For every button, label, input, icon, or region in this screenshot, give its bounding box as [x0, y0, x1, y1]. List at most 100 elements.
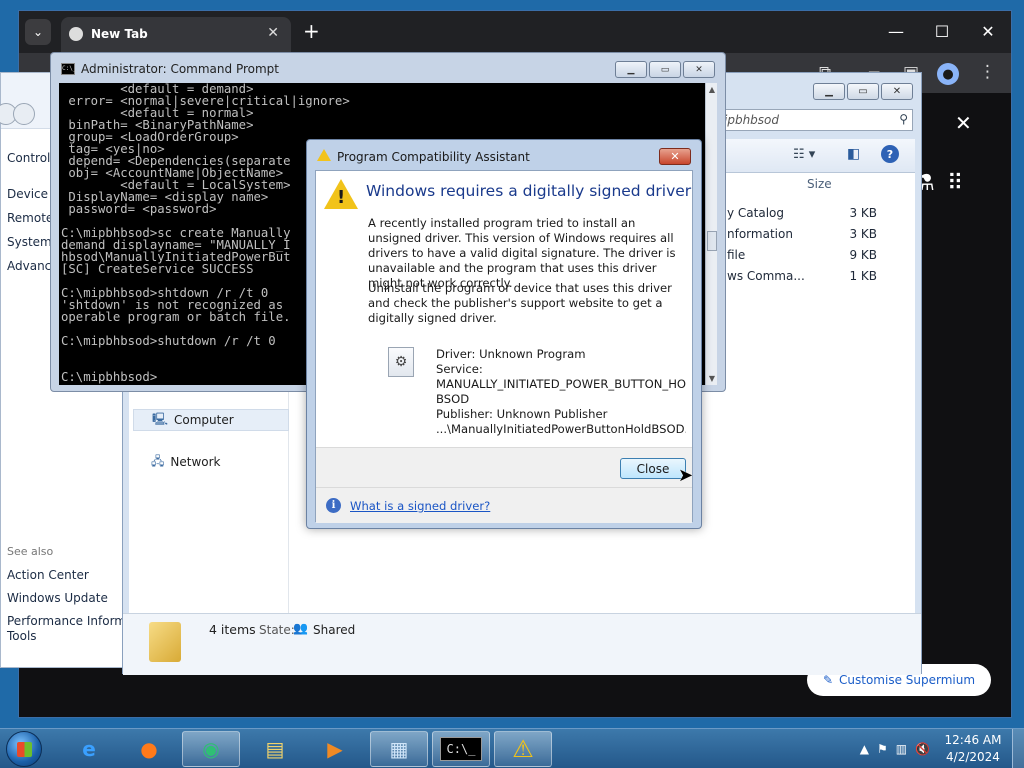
nav-computer-label: Computer: [174, 413, 234, 427]
publisher-name: Publisher: Unknown Publisher: [436, 407, 608, 421]
nav-network-label: Network: [170, 455, 221, 469]
file-row[interactable]: ws Comma... 1 KB: [727, 269, 877, 283]
browser-window-controls: — ☐ ✕: [873, 11, 1011, 51]
maximize-button[interactable]: ▭: [649, 61, 681, 78]
taskbar-supermium[interactable]: ◉: [182, 731, 240, 767]
computer-icon: 🖳: [152, 411, 169, 426]
taskbar-control-panel[interactable]: ▦: [370, 731, 428, 767]
close-button[interactable]: Close: [620, 458, 686, 479]
signed-driver-help-link[interactable]: What is a signed driver?: [350, 499, 490, 513]
customise-label: Customise Supermium: [839, 673, 976, 687]
cmd-titlebar[interactable]: C:\_ Administrator: Command Prompt ▁ ▭ ✕: [51, 53, 725, 83]
tab-favicon-icon: [69, 27, 83, 41]
browser-tab[interactable]: New Tab ✕: [61, 17, 291, 53]
new-tab-button[interactable]: +: [303, 21, 320, 41]
file-row[interactable]: file 9 KB: [727, 248, 877, 262]
start-button[interactable]: [6, 731, 42, 767]
close-button[interactable]: ✕: [683, 61, 715, 78]
cp-link-tools[interactable]: Tools: [7, 629, 37, 643]
taskbar-command-prompt[interactable]: C:\_: [432, 731, 490, 767]
taskbar-explorer[interactable]: ▤: [246, 731, 304, 767]
scroll-up-icon[interactable]: ▲: [706, 85, 718, 94]
dialog-body: ! Windows requires a digitally signed dr…: [315, 170, 694, 523]
state-label: State:: [259, 623, 295, 637]
tab-title: New Tab: [91, 27, 148, 41]
browser-tab-strip: ⌄ New Tab ✕ + — ☐ ✕: [19, 11, 1011, 53]
cp-link-performance[interactable]: Performance Informat: [7, 614, 138, 628]
service-name-line1: MANUALLY_INITIATED_POWER_BUTTON_HO: [436, 377, 686, 391]
file-name: nformation: [727, 227, 793, 241]
dialog-close-button[interactable]: ✕: [659, 148, 691, 165]
file-name: ws Comma...: [727, 269, 805, 283]
minimize-button[interactable]: —: [873, 11, 919, 51]
scroll-down-icon[interactable]: ▼: [706, 374, 718, 383]
service-label: Service:: [436, 362, 483, 376]
file-name: file: [727, 248, 746, 262]
minimize-button[interactable]: ▁: [615, 61, 647, 78]
cp-link-windows-update[interactable]: Windows Update: [7, 591, 108, 605]
warning-mark-icon: !: [337, 187, 346, 208]
view-options-icon[interactable]: ☷ ▾: [793, 147, 815, 162]
mouse-cursor-icon: ➤: [678, 465, 694, 486]
tab-close-icon[interactable]: ✕: [267, 25, 279, 41]
dialog-heading: Windows requires a digitally signed driv…: [366, 182, 692, 200]
dialog-instruction: Uninstall the program or device that use…: [368, 281, 672, 325]
maximize-button[interactable]: ▭: [847, 83, 879, 100]
media-player-icon: ▶: [327, 737, 343, 761]
profile-icon[interactable]: ●: [937, 63, 959, 85]
program-compatibility-dialog: Program Compatibility Assistant ✕ ! Wind…: [306, 139, 702, 529]
firefox-icon: ●: [140, 737, 158, 761]
item-count: 4 items: [209, 622, 256, 637]
help-icon[interactable]: ?: [881, 145, 899, 163]
dialog-footer: i What is a signed driver?: [316, 487, 692, 523]
search-text: ipbhbsod: [724, 113, 780, 127]
warning-icon: ⚠: [512, 735, 534, 763]
nav-computer[interactable]: 🖳 Computer: [133, 409, 289, 431]
command-prompt-icon: C:\_: [61, 63, 76, 75]
system-tray: ▲ ⚑ ▥ 🔇 12:46 AM 4/2/2024: [860, 729, 1024, 768]
file-row[interactable]: y Catalog 3 KB: [727, 206, 877, 220]
cp-link-action-center[interactable]: Action Center: [7, 568, 89, 582]
dialog-titlebar[interactable]: Program Compatibility Assistant ✕: [307, 140, 701, 170]
size-column-header[interactable]: Size: [807, 177, 832, 191]
explorer-folder-icon: ▤: [265, 737, 285, 761]
warning-small-icon: [317, 149, 331, 161]
menu-dots-icon[interactable]: ⋮: [979, 62, 996, 82]
close-button[interactable]: ✕: [965, 11, 1011, 51]
shared-users-icon: 👥: [293, 621, 308, 635]
close-button[interactable]: ✕: [881, 83, 913, 100]
close-icon[interactable]: ✕: [955, 111, 972, 135]
network-tray-icon[interactable]: ▥: [896, 742, 907, 756]
show-desktop-button[interactable]: [1012, 729, 1024, 768]
nav-network[interactable]: 🖧 Network: [133, 451, 289, 473]
taskbar-internet-explorer[interactable]: e: [60, 731, 118, 767]
control-panel-icon: ▦: [389, 737, 409, 761]
see-also-heading: See also: [7, 545, 54, 558]
scroll-thumb[interactable]: [707, 231, 717, 251]
apps-grid-icon[interactable]: ⠿: [947, 171, 963, 196]
taskbar-media-player[interactable]: ▶: [306, 731, 364, 767]
file-size: 1 KB: [849, 269, 877, 283]
supermium-icon: ◉: [202, 737, 220, 761]
file-row[interactable]: nformation 3 KB: [727, 227, 877, 241]
file-size: 3 KB: [849, 227, 877, 241]
cmd-scrollbar[interactable]: ▲ ▼: [705, 83, 717, 385]
cp-link-control[interactable]: Control: [7, 151, 50, 165]
maximize-button[interactable]: ☐: [919, 11, 965, 51]
clock[interactable]: 12:46 AM 4/2/2024: [938, 732, 1008, 766]
state-value: Shared: [313, 623, 356, 637]
cp-link-remote[interactable]: Remote: [7, 211, 53, 225]
taskbar-firefox[interactable]: ●: [120, 731, 178, 767]
minimize-button[interactable]: ▁: [813, 83, 845, 100]
show-hidden-icons-icon[interactable]: ▲: [860, 742, 869, 756]
volume-muted-icon[interactable]: 🔇: [915, 742, 930, 756]
taskbar-compatibility-assistant[interactable]: ⚠: [494, 731, 552, 767]
preview-pane-icon[interactable]: ◧: [847, 146, 860, 162]
forward-button[interactable]: [13, 103, 35, 125]
search-input[interactable]: ipbhbsod ⚲: [719, 109, 913, 131]
internet-explorer-icon: e: [82, 737, 96, 761]
search-icon: ⚲: [899, 112, 908, 126]
tab-search-button[interactable]: ⌄: [25, 19, 51, 45]
action-center-flag-icon[interactable]: ⚑: [877, 742, 888, 756]
pencil-icon: ✎: [822, 673, 834, 687]
